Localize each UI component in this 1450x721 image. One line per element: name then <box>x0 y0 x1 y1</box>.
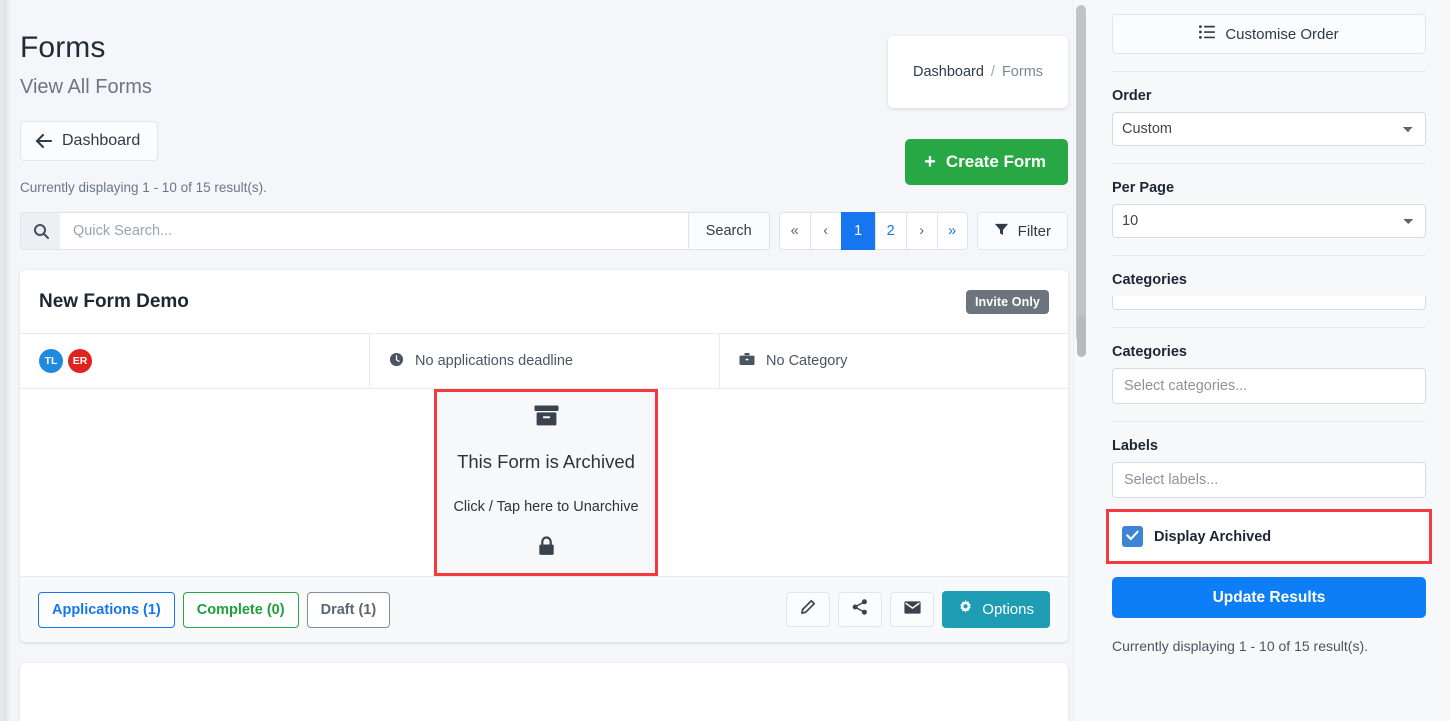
pagination-page-1[interactable]: 1 <box>840 212 875 250</box>
update-results-button[interactable]: Update Results <box>1112 577 1426 618</box>
tab-applications[interactable]: Applications (1) <box>38 591 175 628</box>
avatar[interactable]: ER <box>68 349 92 373</box>
form-card-footer: Applications (1) Complete (0) Draft (1) <box>20 576 1068 642</box>
search-button[interactable]: Search <box>687 212 770 250</box>
form-card-members-cell: TL ER <box>20 334 370 388</box>
back-to-dashboard-label: Dashboard <box>62 132 141 149</box>
share-icon <box>852 599 868 620</box>
tab-complete[interactable]: Complete (0) <box>182 591 299 628</box>
list-icon <box>1199 25 1216 43</box>
customise-order-label: Customise Order <box>1225 25 1339 43</box>
pagination-prev[interactable]: ‹ <box>809 212 841 250</box>
share-button[interactable] <box>838 592 883 627</box>
main-scrollbar[interactable] <box>1073 0 1088 721</box>
avatar-group: TL ER <box>39 349 92 373</box>
create-form-label: Create Form <box>945 152 1046 171</box>
tab-draft[interactable]: Draft (1) <box>306 591 391 628</box>
filter-label: Filter <box>1017 222 1051 240</box>
sidebar-divider <box>1112 327 1426 328</box>
form-card-deadline-cell: No applications deadline <box>370 334 720 388</box>
order-select[interactable]: Custom <box>1112 112 1426 146</box>
sidebar-divider <box>1112 163 1426 164</box>
form-card-category-cell: No Category <box>720 334 1068 388</box>
left-edge-strip <box>0 0 11 721</box>
sidebar-results-count: Currently displaying 1 - 10 of 15 result… <box>1112 638 1368 654</box>
options-button[interactable]: Options <box>942 591 1050 628</box>
labels-input[interactable] <box>1112 462 1426 498</box>
sidebar-divider <box>1112 255 1426 256</box>
deadline-text: No applications deadline <box>415 353 573 369</box>
breadcrumb-dashboard-link[interactable]: Dashboard <box>913 64 984 80</box>
main-scrollbar-thumb[interactable] <box>1076 5 1086 342</box>
archived-title: This Form is Archived <box>457 450 635 472</box>
filter-icon <box>994 222 1009 241</box>
form-card-next <box>20 663 1068 721</box>
categories-label-primary: Categories <box>1112 272 1187 288</box>
pagination-next[interactable]: › <box>905 212 937 250</box>
main-content: Forms View All Forms Dashboard Currently… <box>0 0 1088 721</box>
sidebar-divider <box>1112 421 1426 422</box>
breadcrumb-current: Forms <box>1001 64 1044 80</box>
per-page-label: Per Page <box>1112 180 1175 196</box>
display-archived-label: Display Archived <box>1154 528 1272 545</box>
back-to-dashboard-button[interactable]: Dashboard <box>20 121 159 161</box>
form-card-body: This Form is Archived Click / Tap here t… <box>20 389 1068 576</box>
pagination-last[interactable]: » <box>936 212 968 250</box>
email-button[interactable] <box>890 592 935 627</box>
categories-label-secondary: Categories <box>1112 344 1187 360</box>
status-badge: Invite Only <box>965 289 1049 314</box>
categories-input[interactable] <box>1112 368 1426 404</box>
search-toolbar: Search « ‹ 1 2 › » Filter <box>20 212 1068 250</box>
check-icon <box>1126 528 1139 546</box>
avatar[interactable]: TL <box>39 349 63 373</box>
form-card-header: New Form Demo Invite Only <box>20 270 1068 333</box>
labels-label: Labels <box>1112 438 1158 454</box>
arrow-left-icon <box>35 133 53 149</box>
secondary-scrollbar-thumb[interactable] <box>1077 315 1086 357</box>
app-screen: Forms View All Forms Dashboard Currently… <box>0 0 1450 721</box>
plus-icon: + <box>924 151 936 173</box>
archived-subtitle: Click / Tap here to Unarchive <box>453 498 639 515</box>
edit-button[interactable] <box>786 592 831 627</box>
form-card-title: New Form Demo <box>39 290 189 312</box>
form-card-tabs: Applications (1) Complete (0) Draft (1) <box>38 591 391 628</box>
per-page-select[interactable]: 10 <box>1112 204 1426 238</box>
briefcase-icon <box>739 352 755 371</box>
order-label: Order <box>1112 88 1152 104</box>
sidebar-divider <box>1112 71 1426 72</box>
archive-box-icon <box>534 405 559 432</box>
form-card-actions: Options <box>786 591 1050 628</box>
customise-order-button[interactable]: Customise Order <box>1112 14 1426 54</box>
filter-sidebar: Customise Order Order Custom Per Page 10… <box>1088 0 1450 721</box>
display-archived-checkbox[interactable] <box>1122 526 1143 547</box>
create-form-button[interactable]: + Create Form <box>905 139 1068 185</box>
category-text: No Category <box>766 353 848 369</box>
breadcrumb-separator: / <box>990 64 995 80</box>
display-archived-row[interactable]: Display Archived <box>1106 509 1432 564</box>
pagination: « ‹ 1 2 › » <box>778 212 968 250</box>
breadcrumb: Dashboard / Forms <box>888 36 1068 108</box>
pagination-page-2[interactable]: 2 <box>874 212 906 250</box>
unarchive-overlay[interactable]: This Form is Archived Click / Tap here t… <box>434 389 658 576</box>
options-label: Options <box>982 601 1034 618</box>
categories-input-clipped[interactable] <box>1112 296 1426 310</box>
search-input[interactable] <box>60 212 688 250</box>
clock-icon <box>389 352 404 371</box>
lock-icon <box>538 535 555 561</box>
form-card: New Form Demo Invite Only TL ER No appli… <box>20 270 1068 642</box>
envelope-icon <box>904 600 921 619</box>
filter-button[interactable]: Filter <box>976 212 1068 250</box>
pencil-icon <box>800 599 816 620</box>
form-card-meta-row: TL ER No applications deadline No Catego… <box>20 333 1068 389</box>
search-icon[interactable] <box>20 212 60 250</box>
pagination-first[interactable]: « <box>778 212 810 250</box>
gear-icon <box>958 600 973 619</box>
